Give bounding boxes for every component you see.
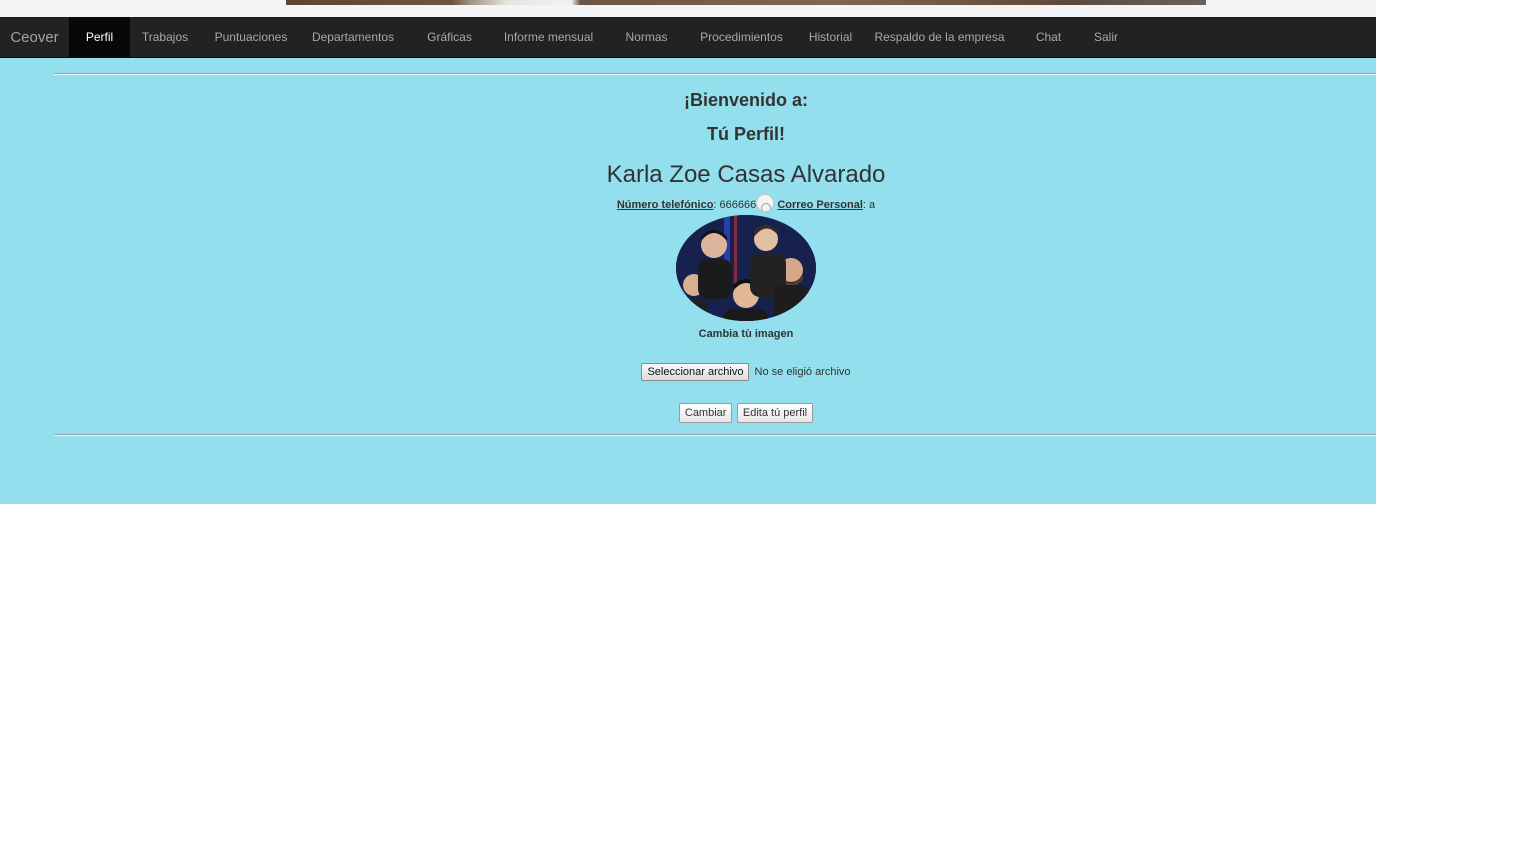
nav-item-procedimientos[interactable]: Procedimientos [691, 17, 792, 57]
email-label: Correo Personal [777, 199, 863, 211]
choose-file-button[interactable]: Seleccionar archivo [641, 363, 750, 381]
nav-item-trabajos[interactable]: Trabajos [130, 17, 200, 57]
phone-value: : 666666 [713, 199, 757, 211]
user-icon [756, 194, 775, 212]
email-value: : a [862, 199, 876, 211]
nav-item-respaldo[interactable]: Respaldo de la empresa [869, 17, 1010, 57]
profile-heading: Tú Perfil! [706, 124, 785, 144]
change-image-label: Cambia tù imagen [698, 328, 794, 340]
edit-profile-button[interactable]: Edita tú perfil [736, 403, 814, 423]
phone-label: Número telefónico [616, 199, 714, 211]
bottom-divider [54, 434, 1376, 436]
nav-item-historial[interactable]: Historial [792, 17, 869, 57]
profile-page: Ceover Perfil Trabajos Puntuaciones Depa… [0, 0, 1376, 504]
nav-item-departamentos[interactable]: Departamentos [302, 17, 404, 57]
nav-item-salir[interactable]: Salir [1087, 17, 1125, 57]
nav-item-graficas[interactable]: Gráficas [404, 17, 495, 57]
profile-avatar [676, 215, 816, 321]
top-divider [54, 73, 1376, 75]
nav-item-informe-mensual[interactable]: Informe mensual [495, 17, 602, 57]
contact-info: Número telefónico: 666666 Correo Persona… [0, 194, 1492, 213]
file-status-text: No se eligió archivo [754, 366, 851, 378]
change-button[interactable]: Cambiar [678, 403, 733, 423]
nav-item-perfil[interactable]: Perfil [69, 17, 130, 57]
top-navbar: Ceover Perfil Trabajos Puntuaciones Depa… [0, 17, 1376, 58]
nav-item-chat[interactable]: Chat [1010, 17, 1087, 57]
action-buttons: Cambiar Edita tú perfil [0, 403, 1492, 423]
file-upload: Seleccionar archivo No se eligió archivo [0, 363, 1492, 381]
avatar-photo [676, 215, 816, 321]
profile-content: ¡Bienvenido a: Tú Perfil! Karla Zoe Casa… [0, 86, 1492, 423]
nav-item-puntuaciones[interactable]: Puntuaciones [200, 17, 302, 57]
banner-image [286, 0, 1206, 5]
nav-item-normas[interactable]: Normas [602, 17, 691, 57]
welcome-heading: ¡Bienvenido a: [683, 90, 808, 110]
profile-name: Karla Zoe Casas Alvarado [606, 161, 886, 188]
brand-logo[interactable]: Ceover [0, 17, 69, 57]
